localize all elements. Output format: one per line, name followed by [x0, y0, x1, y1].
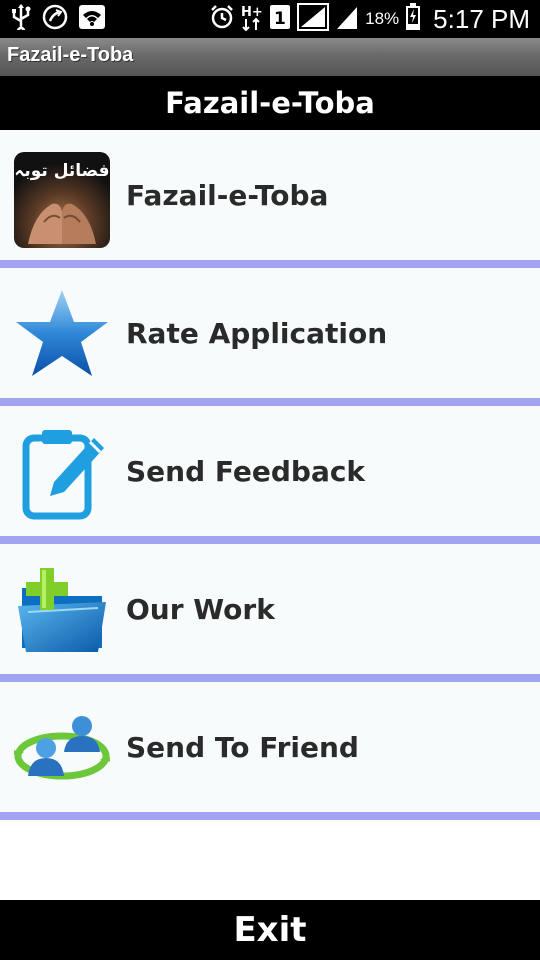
folder-add-icon	[14, 562, 110, 658]
page-header: Fazail-e-Toba	[0, 76, 540, 130]
page-title: Fazail-e-Toba	[165, 86, 375, 120]
status-right-icons: H+ 1 18% 5:17 PM	[209, 3, 530, 35]
menu-item-send-feedback[interactable]: Send Feedback	[0, 406, 540, 544]
edit-note-icon	[14, 424, 110, 520]
svg-text:1: 1	[274, 9, 286, 29]
share-users-icon	[12, 700, 112, 796]
menu-item-label: Rate Application	[126, 316, 388, 350]
alarm-icon	[209, 4, 235, 34]
wifi-icon	[78, 4, 106, 34]
menu-item-rate-application[interactable]: Rate Application	[0, 268, 540, 406]
menu-item-label: Send Feedback	[126, 454, 366, 488]
svg-text:H+: H+	[241, 5, 263, 20]
exit-button[interactable]: Exit	[0, 900, 540, 960]
window-title-bar: Fazail-e-Toba	[0, 38, 540, 76]
menu-item-fazail-e-toba[interactable]: فضائل توبہ Fazail-e-Toba	[0, 130, 540, 268]
hplus-data-icon: H+	[241, 3, 263, 35]
status-left-icons	[10, 4, 106, 36]
menu-item-label: Send To Friend	[126, 730, 359, 764]
star-icon	[14, 286, 110, 382]
menu-item-label: Our Work	[126, 592, 275, 626]
signal-icon	[297, 3, 330, 35]
menu-item-send-to-friend[interactable]: Send To Friend	[0, 682, 540, 820]
call-forward-icon	[42, 4, 68, 34]
signal-icon	[335, 4, 359, 34]
menu-item-label: Fazail-e-Toba	[126, 178, 329, 212]
main-menu: فضائل توبہ Fazail-e-Toba Rate Applicatio…	[0, 130, 540, 820]
praying-hands-icon: فضائل توبہ	[14, 152, 110, 248]
exit-label: Exit	[233, 910, 307, 950]
status-time: 5:17 PM	[433, 3, 530, 34]
window-title: Fazail-e-Toba	[7, 44, 134, 66]
battery-percent: 18%	[365, 9, 400, 28]
usb-icon	[10, 4, 32, 36]
sim1-icon: 1	[269, 4, 291, 34]
battery-icon	[405, 3, 421, 35]
status-bar: H+ 1 18% 5:17 PM	[0, 0, 540, 38]
menu-item-our-work[interactable]: Our Work	[0, 544, 540, 682]
